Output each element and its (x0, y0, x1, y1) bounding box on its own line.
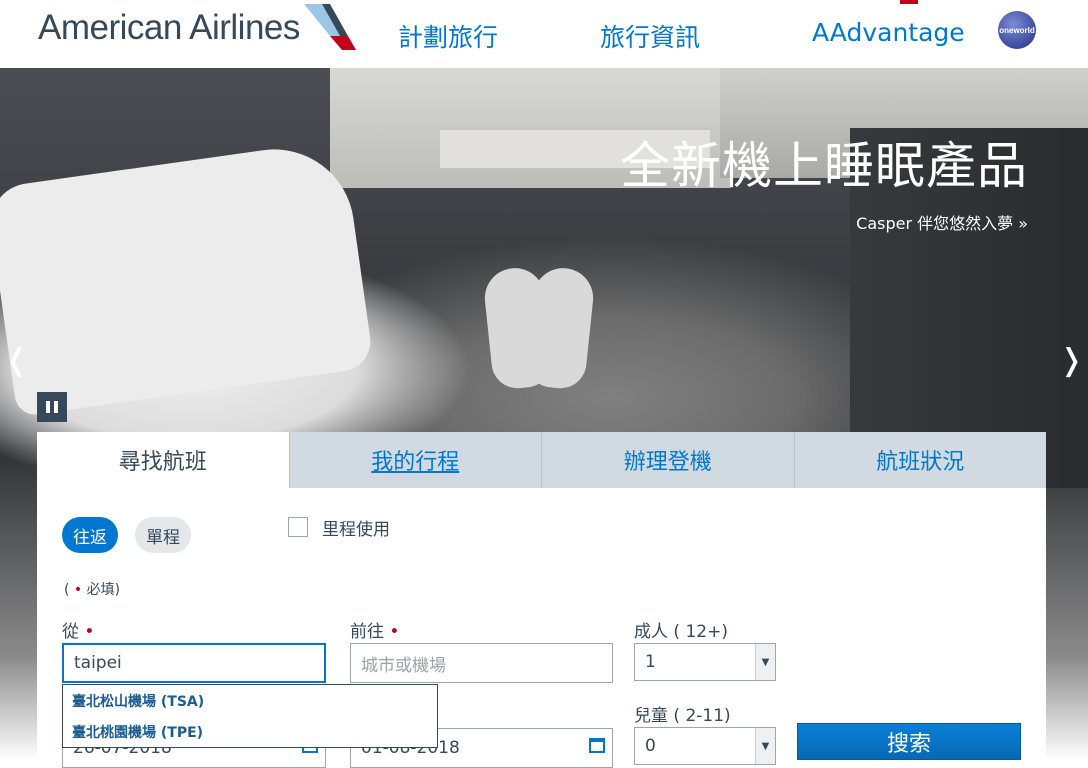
tab-find-flights[interactable]: 尋找航班 (37, 432, 289, 488)
carousel-prev-icon[interactable]: ❬ (4, 343, 29, 378)
hero-title: 全新機上睡眠產品 (620, 137, 1028, 195)
children-value: 0 (645, 736, 656, 756)
brand-logo-text[interactable]: American Airlines (38, 8, 300, 48)
search-button[interactable]: 搜索 (797, 723, 1021, 760)
destination-placeholder: 城市或機場 (361, 655, 446, 676)
redeem-miles-checkbox[interactable] (288, 517, 308, 537)
oneworld-badge[interactable]: oneworld (998, 11, 1036, 49)
adults-select[interactable]: 1 ▼ (634, 643, 776, 681)
one-way-toggle[interactable]: 單程 (135, 517, 191, 553)
nav-travel-info[interactable]: 旅行資訊 (600, 18, 700, 54)
autocomplete-option-tsa[interactable]: 臺北松山機場 (TSA) (63, 685, 437, 716)
booking-tabs: 尋找航班 我的行程 辦理登機 航班狀況 (37, 432, 1046, 488)
pause-icon (54, 401, 58, 413)
redeem-miles-label: 里程使用 (322, 520, 390, 540)
from-label: 從 • (62, 617, 94, 642)
tab-my-trips[interactable]: 我的行程 (288, 432, 541, 488)
autocomplete-option-tpe[interactable]: 臺北桃園機場 (TPE) (63, 716, 437, 747)
children-label: 兒童 ( 2-11) (634, 706, 731, 726)
calendar-icon[interactable] (589, 738, 605, 753)
required-note-text: 必填) (86, 582, 121, 598)
chevron-down-icon: ▼ (755, 728, 775, 764)
flight-symbol-logo-icon[interactable] (300, 2, 358, 52)
required-dot: • (84, 622, 95, 642)
adults-label: 成人 ( 12+) (634, 622, 728, 642)
header-accent-mark (900, 0, 918, 4)
tab-check-in[interactable]: 辦理登機 (541, 432, 794, 488)
origin-autocomplete: 臺北松山機場 (TSA) 臺北桃園機場 (TPE) (62, 684, 438, 748)
pause-icon (46, 401, 50, 413)
required-dot: • (389, 622, 400, 642)
tab-flight-status[interactable]: 航班狀況 (793, 432, 1046, 488)
nav-plan-travel[interactable]: 計劃旅行 (398, 18, 498, 54)
required-dot: • (73, 582, 83, 598)
carousel-pause-button[interactable] (37, 392, 67, 422)
hero-pillow-image (0, 139, 375, 417)
to-label-text: 前往 (350, 622, 384, 642)
adults-value: 1 (645, 652, 656, 672)
to-label: 前往 • (350, 617, 399, 642)
children-select[interactable]: 0 ▼ (634, 727, 776, 765)
nav-aadvantage[interactable]: AAdvantage (812, 18, 965, 47)
round-trip-toggle[interactable]: 往返 (62, 517, 118, 553)
carousel-next-icon[interactable]: ❭ (1059, 343, 1084, 378)
destination-input[interactable]: 城市或機場 (350, 643, 613, 683)
origin-input[interactable]: taipei (62, 643, 326, 683)
origin-input-value: taipei (74, 653, 122, 673)
required-note-open: ( (64, 582, 70, 598)
hero-subtitle-link[interactable]: Casper 伴您悠然入夢 » (856, 210, 1028, 234)
required-note: ( • 必填) (64, 579, 120, 599)
chevron-down-icon: ▼ (755, 644, 775, 680)
site-header: American Airlines 計劃旅行 旅行資訊 AAdvantage o… (0, 0, 1088, 68)
from-label-text: 從 (62, 622, 79, 642)
